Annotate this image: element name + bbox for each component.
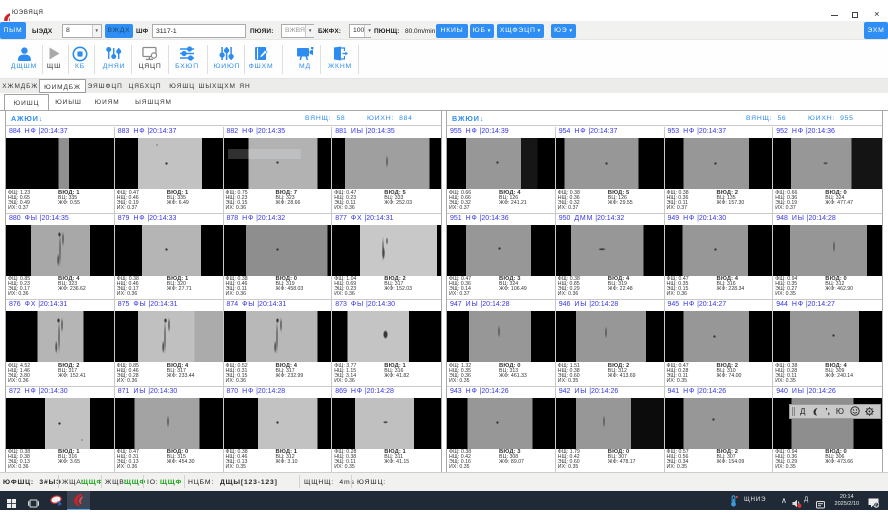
svg-text:6: 6 xyxy=(875,503,878,508)
